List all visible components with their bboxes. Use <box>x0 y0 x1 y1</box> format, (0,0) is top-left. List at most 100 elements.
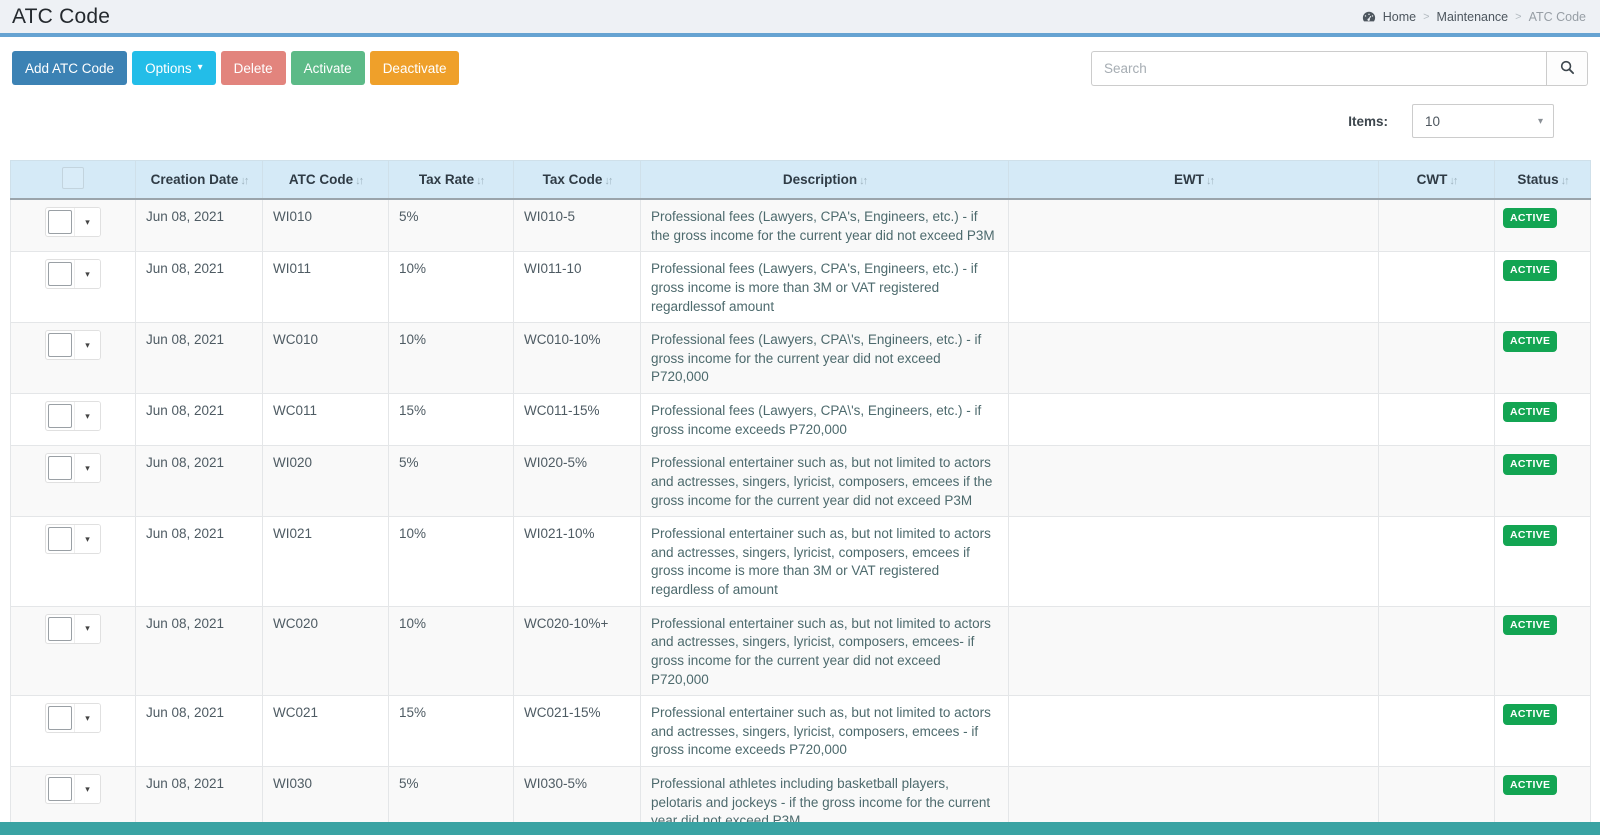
row-checkbox[interactable] <box>48 777 72 801</box>
row-actions-dropdown[interactable]: ▾ <box>74 208 100 236</box>
row-checkbox[interactable] <box>48 617 72 641</box>
row-checkbox[interactable] <box>48 404 72 428</box>
table-row: ▾Jun 08, 2021WI01110%WI011-10Professiona… <box>11 252 1591 323</box>
row-checkbox[interactable] <box>48 333 72 357</box>
status-cell: ACTIVE <box>1495 696 1591 767</box>
tax-rate-cell: 15% <box>389 394 514 446</box>
tax-rate-cell: 10% <box>389 323 514 394</box>
header-tax-code[interactable]: Tax Code↓↑ <box>514 161 641 200</box>
atc-code-cell: WC011 <box>263 394 389 446</box>
breadcrumb-home[interactable]: Home <box>1383 10 1416 24</box>
options-button-label: Options <box>145 61 192 76</box>
tax-code-cell: WI021-10% <box>514 517 641 607</box>
description-cell: Professional fees (Lawyers, CPA\'s, Engi… <box>641 323 1009 394</box>
breadcrumb-current: ATC Code <box>1529 10 1586 24</box>
description-cell: Professional entertainer such as, but no… <box>641 446 1009 517</box>
row-checkbox[interactable] <box>48 210 72 234</box>
page-title: ATC Code <box>12 5 110 29</box>
header-label: Tax Code <box>543 172 603 187</box>
cwt-cell <box>1379 517 1495 607</box>
row-select-cell: ▾ <box>11 394 136 446</box>
tax-code-cell: WI010-5 <box>514 199 641 252</box>
creation-date-cell: Jun 08, 2021 <box>136 323 263 394</box>
status-badge: ACTIVE <box>1503 775 1557 795</box>
items-per-page-value: 10 <box>1425 114 1440 129</box>
row-select-group: ▾ <box>45 703 101 733</box>
search-input[interactable] <box>1091 51 1546 86</box>
tax-code-cell: WC010-10% <box>514 323 641 394</box>
creation-date-cell: Jun 08, 2021 <box>136 606 263 696</box>
row-actions-dropdown[interactable]: ▾ <box>74 704 100 732</box>
header-description[interactable]: Description↓↑ <box>641 161 1009 200</box>
header-atc-code[interactable]: ATC Code↓↑ <box>263 161 389 200</box>
status-badge: ACTIVE <box>1503 454 1557 474</box>
atc-code-cell: WC020 <box>263 606 389 696</box>
creation-date-cell: Jun 08, 2021 <box>136 199 263 252</box>
action-buttons: Add ATC Code Options▾ Delete Activate De… <box>12 51 459 85</box>
caret-down-icon: ▾ <box>1538 116 1543 127</box>
tax-code-cell: WC011-15% <box>514 394 641 446</box>
breadcrumb-maintenance[interactable]: Maintenance <box>1437 10 1509 24</box>
tax-rate-cell: 5% <box>389 446 514 517</box>
row-actions-dropdown[interactable]: ▾ <box>74 454 100 482</box>
breadcrumb-separator: > <box>1423 11 1429 23</box>
dashboard-icon <box>1362 10 1376 24</box>
row-actions-dropdown[interactable]: ▾ <box>74 775 100 803</box>
header-creation-date[interactable]: Creation Date↓↑ <box>136 161 263 200</box>
table-body: ▾Jun 08, 2021WI0105%WI010-5Professional … <box>11 199 1591 835</box>
header-cwt[interactable]: CWT↓↑ <box>1379 161 1495 200</box>
sort-icon: ↓↑ <box>240 175 247 187</box>
items-per-page-select[interactable]: 10 ▾ <box>1412 104 1554 138</box>
row-actions-dropdown[interactable]: ▾ <box>74 615 100 643</box>
add-atc-code-button[interactable]: Add ATC Code <box>12 51 127 85</box>
header-label: Description <box>783 172 857 187</box>
row-checkbox[interactable] <box>48 456 72 480</box>
creation-date-cell: Jun 08, 2021 <box>136 394 263 446</box>
status-cell: ACTIVE <box>1495 606 1591 696</box>
header-status[interactable]: Status↓↑ <box>1495 161 1591 200</box>
header-ewt[interactable]: EWT↓↑ <box>1009 161 1379 200</box>
description-cell: Professional fees (Lawyers, CPA's, Engin… <box>641 199 1009 252</box>
table-row: ▾Jun 08, 2021WC01010%WC010-10%Profession… <box>11 323 1591 394</box>
row-checkbox[interactable] <box>48 706 72 730</box>
ewt-cell <box>1009 606 1379 696</box>
atc-code-cell: WI010 <box>263 199 389 252</box>
status-cell: ACTIVE <box>1495 446 1591 517</box>
delete-button[interactable]: Delete <box>221 51 286 85</box>
description-cell: Professional entertainer such as, but no… <box>641 606 1009 696</box>
atc-code-cell: WC021 <box>263 696 389 767</box>
row-checkbox[interactable] <box>48 527 72 551</box>
row-select-cell: ▾ <box>11 252 136 323</box>
cwt-cell <box>1379 323 1495 394</box>
row-select-cell: ▾ <box>11 517 136 607</box>
header-label: ATC Code <box>289 172 353 187</box>
description-cell: Professional entertainer such as, but no… <box>641 517 1009 607</box>
sort-icon: ↓↑ <box>1561 175 1568 187</box>
select-all-header <box>11 161 136 200</box>
cwt-cell <box>1379 696 1495 767</box>
select-all-checkbox[interactable] <box>62 167 84 189</box>
search-button[interactable] <box>1546 51 1588 86</box>
header-label: Tax Rate <box>419 172 474 187</box>
row-select-cell: ▾ <box>11 199 136 252</box>
row-actions-dropdown[interactable]: ▾ <box>74 331 100 359</box>
row-checkbox[interactable] <box>48 262 72 286</box>
options-button[interactable]: Options▾ <box>132 51 216 85</box>
row-actions-dropdown[interactable]: ▾ <box>74 402 100 430</box>
footer-bar <box>0 822 1600 835</box>
row-actions-dropdown[interactable]: ▾ <box>74 260 100 288</box>
header-label: Creation Date <box>151 172 239 187</box>
status-badge: ACTIVE <box>1503 208 1557 228</box>
top-bar: ATC Code Home > Maintenance > ATC Code <box>0 0 1600 33</box>
status-cell: ACTIVE <box>1495 252 1591 323</box>
row-actions-dropdown[interactable]: ▾ <box>74 525 100 553</box>
tax-rate-cell: 15% <box>389 696 514 767</box>
creation-date-cell: Jun 08, 2021 <box>136 696 263 767</box>
status-cell: ACTIVE <box>1495 323 1591 394</box>
ewt-cell <box>1009 252 1379 323</box>
sort-icon: ↓↑ <box>1449 175 1456 187</box>
status-badge: ACTIVE <box>1503 260 1557 280</box>
deactivate-button[interactable]: Deactivate <box>370 51 460 85</box>
header-tax-rate[interactable]: Tax Rate↓↑ <box>389 161 514 200</box>
activate-button[interactable]: Activate <box>291 51 365 85</box>
